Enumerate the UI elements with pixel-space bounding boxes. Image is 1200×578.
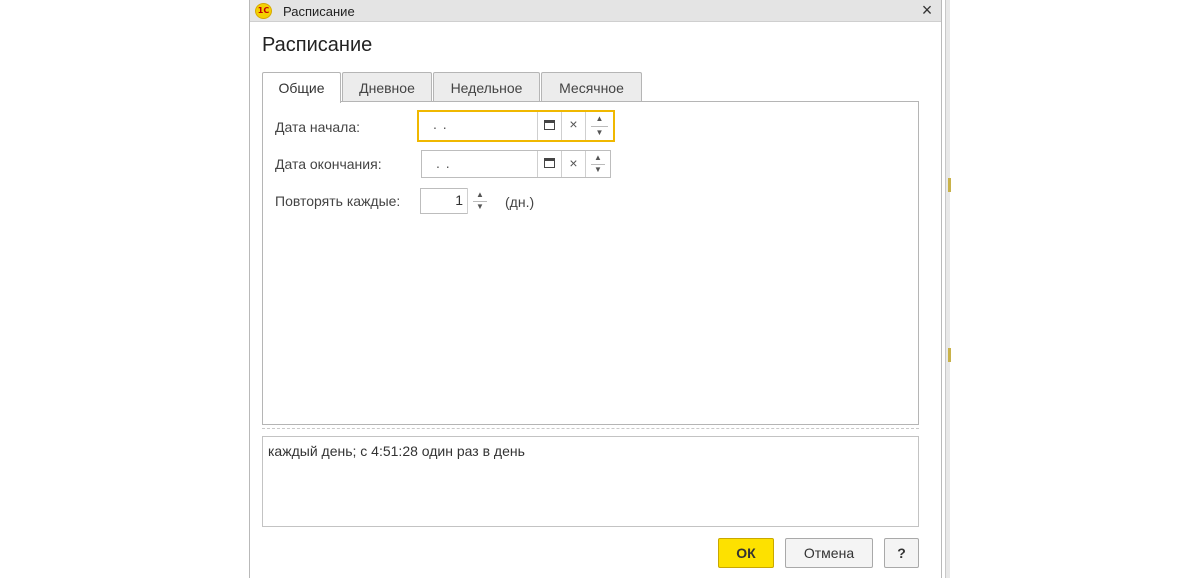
- end-date-spinner[interactable]: ▲ ▼: [585, 151, 610, 177]
- clear-icon: ×: [569, 155, 578, 171]
- spinner-divider: [591, 126, 608, 127]
- repeat-days-spinner[interactable]: ▲ ▼: [467, 188, 492, 214]
- end-date-field[interactable]: . . × ▲ ▼: [421, 150, 611, 178]
- start-date-label: Дата начала:: [275, 119, 361, 135]
- schedule-description-text: каждый день; с 4:51:28 один раз в день: [268, 443, 525, 459]
- schedule-dialog: 1С Расписание × Расписание Общие Дневное…: [249, 0, 942, 578]
- tab-weekly[interactable]: Недельное: [433, 72, 540, 102]
- tab-monthly[interactable]: Месячное: [541, 72, 642, 102]
- window-title: Расписание: [283, 4, 355, 19]
- spin-up-icon[interactable]: ▲: [586, 114, 613, 124]
- window-titlebar[interactable]: 1С Расписание ×: [250, 0, 941, 22]
- tab-daily[interactable]: Дневное: [342, 72, 432, 102]
- start-date-spinner[interactable]: ▲ ▼: [585, 112, 613, 140]
- end-date-clear-button[interactable]: ×: [561, 151, 585, 177]
- ok-button[interactable]: ОК: [718, 538, 774, 568]
- page-title: Расписание: [262, 34, 373, 56]
- app-logo-icon: 1С: [255, 3, 272, 19]
- end-date-label: Дата окончания:: [275, 156, 382, 172]
- tab-general[interactable]: Общие: [262, 72, 341, 103]
- spin-down-icon[interactable]: ▼: [468, 202, 492, 212]
- repeat-days-field[interactable]: 1 ▲ ▼: [420, 188, 492, 214]
- background-marker: [948, 348, 951, 362]
- spin-down-icon[interactable]: ▼: [586, 165, 610, 175]
- repeat-every-label: Повторять каждые:: [275, 193, 401, 209]
- spin-up-icon[interactable]: ▲: [586, 153, 610, 163]
- clear-icon: ×: [569, 116, 578, 132]
- repeat-unit-label: (дн.): [505, 194, 535, 210]
- background-marker: [948, 178, 951, 192]
- start-date-clear-button[interactable]: ×: [561, 112, 585, 140]
- end-date-value: . .: [436, 155, 451, 171]
- panel-splitter[interactable]: [262, 428, 919, 429]
- end-date-calendar-button[interactable]: [537, 151, 561, 177]
- spin-up-icon[interactable]: ▲: [468, 190, 492, 200]
- start-date-field[interactable]: . . × ▲ ▼: [417, 110, 615, 142]
- close-icon[interactable]: ×: [919, 0, 935, 22]
- start-date-calendar-button[interactable]: [537, 112, 561, 140]
- calendar-icon: [544, 120, 555, 130]
- spin-down-icon[interactable]: ▼: [586, 128, 613, 138]
- background-window-edge: [945, 0, 951, 578]
- cancel-button[interactable]: Отмена: [785, 538, 873, 568]
- schedule-description: каждый день; с 4:51:28 один раз в день: [262, 436, 919, 527]
- tab-panel-general: Дата начала: . . × ▲ ▼ Дата окончания: .…: [262, 101, 919, 425]
- start-date-value: . .: [433, 116, 448, 132]
- help-button[interactable]: ?: [884, 538, 919, 568]
- repeat-days-value: 1: [455, 192, 463, 208]
- calendar-icon: [544, 158, 555, 168]
